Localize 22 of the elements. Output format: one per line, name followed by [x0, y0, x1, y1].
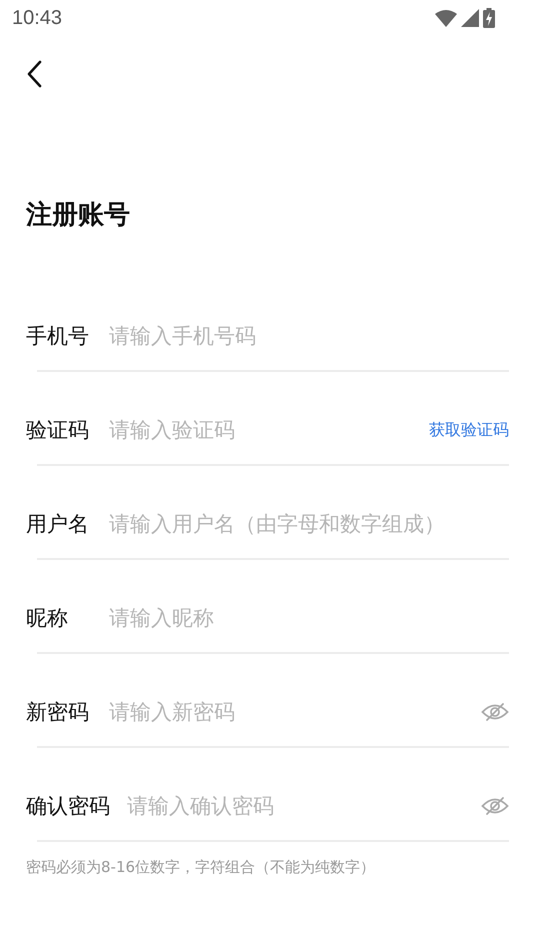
page-title: 注册账号 — [26, 199, 131, 232]
field-label: 新密码 — [26, 699, 90, 726]
wifi-icon — [435, 10, 457, 26]
eye-slash-icon[interactable] — [481, 702, 509, 722]
input-field[interactable]: 请输入用户名（由字母和数字组成） — [109, 509, 509, 539]
eye-slash-icon[interactable] — [481, 796, 509, 816]
input-field[interactable]: 请输入验证码 — [109, 415, 429, 445]
back-icon[interactable] — [26, 60, 42, 88]
input-field[interactable]: 请输入新密码 — [109, 697, 481, 727]
signal-icon — [461, 9, 479, 27]
field-label: 手机号 — [26, 323, 90, 350]
battery-icon — [483, 8, 495, 28]
input-field[interactable]: 请输入手机号码 — [109, 321, 509, 351]
password-hint: 密码必须为8-16位数字，字符组合（不能为纯数字） — [26, 858, 376, 877]
status-time: 10:43 — [12, 6, 62, 30]
field-label: 用户名 — [26, 511, 90, 538]
input-field[interactable]: 请输入确认密码 — [127, 791, 481, 821]
field-label: 验证码 — [26, 417, 90, 444]
get-code-link[interactable]: 获取验证码 — [429, 420, 509, 440]
field-label: 昵称 — [26, 605, 69, 632]
field-label: 确认密码 — [26, 793, 110, 820]
input-field[interactable]: 请输入昵称 — [109, 603, 509, 633]
